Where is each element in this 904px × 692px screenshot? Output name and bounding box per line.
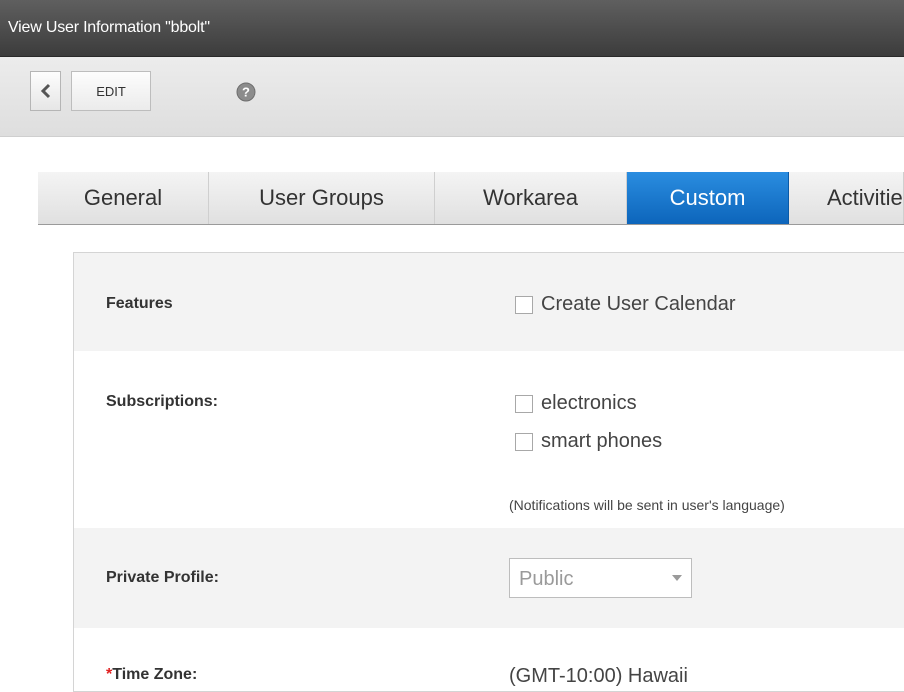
back-button[interactable] xyxy=(30,71,61,111)
time-zone-label: *Time Zone: xyxy=(106,666,197,684)
chevron-left-icon xyxy=(40,83,50,99)
tab-divider xyxy=(38,224,904,225)
tab-workarea[interactable]: Workarea xyxy=(435,172,627,224)
svg-text:?: ? xyxy=(242,85,250,100)
create-calendar-label: Create User Calendar xyxy=(541,293,736,315)
smart-phones-label: smart phones xyxy=(541,430,663,452)
tab-user-groups[interactable]: User Groups xyxy=(209,172,435,224)
time-zone-value: (GMT-10:00) Hawaii xyxy=(509,665,688,687)
time-zone-label-text: Time Zone: xyxy=(112,666,198,683)
help-button[interactable]: ? xyxy=(236,82,256,102)
electronics-checkbox[interactable] xyxy=(515,394,533,413)
subscription-smart-phones[interactable]: smart phones xyxy=(515,430,662,453)
chevron-down-icon xyxy=(672,575,682,581)
electronics-label: electronics xyxy=(541,392,637,414)
features-label: Features xyxy=(106,295,173,312)
edit-button[interactable]: EDIT xyxy=(71,71,151,111)
help-icon: ? xyxy=(236,82,256,102)
toolbar: EDIT ? xyxy=(0,57,904,137)
subscriptions-label: Subscriptions: xyxy=(106,393,219,410)
tab-bar: General User Groups Workarea Custom Acti… xyxy=(38,172,904,225)
title-bar: View User Information "bbolt" xyxy=(0,0,904,57)
smart-phones-checkbox[interactable] xyxy=(515,432,533,451)
tab-custom[interactable]: Custom xyxy=(627,172,789,224)
private-profile-label: Private Profile: xyxy=(106,569,219,586)
notification-notice: (Notifications will be sent in user's la… xyxy=(509,497,785,513)
subscription-electronics[interactable]: electronics xyxy=(515,392,637,415)
create-calendar-checkbox[interactable] xyxy=(515,295,533,314)
tab-general[interactable]: General xyxy=(38,172,209,224)
window-title: View User Information "bbolt" xyxy=(8,19,210,36)
subscriptions-row: Subscriptions: electronics smart phones … xyxy=(74,351,904,528)
time-zone-row: *Time Zone: (GMT-10:00) Hawaii xyxy=(74,628,904,691)
private-profile-value: Public xyxy=(519,568,574,590)
private-profile-select[interactable]: Public xyxy=(509,558,692,598)
custom-panel: Features Create User Calendar Subscripti… xyxy=(73,252,904,692)
tab-activities[interactable]: Activities xyxy=(789,172,904,224)
private-profile-row: Private Profile: Public xyxy=(74,528,904,628)
create-calendar-option[interactable]: Create User Calendar xyxy=(515,293,736,316)
features-row: Features Create User Calendar xyxy=(74,253,904,351)
